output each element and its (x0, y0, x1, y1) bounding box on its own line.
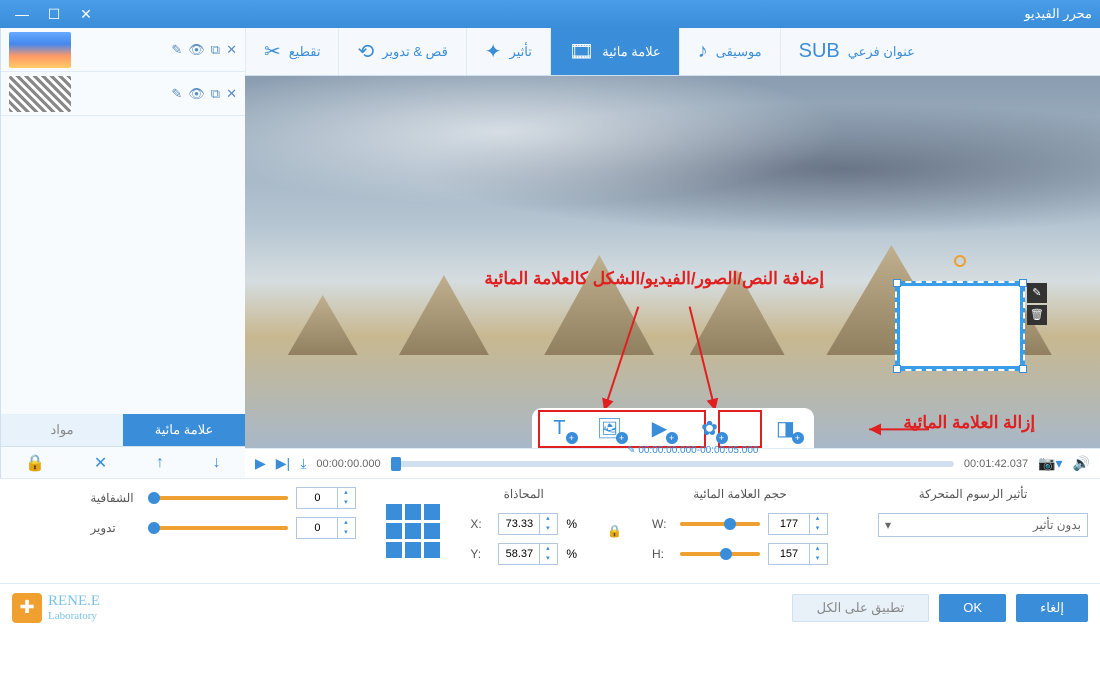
crop-icon: ⟲ (357, 39, 374, 64)
add-image-watermark-button[interactable]: 🖼+ (594, 414, 626, 442)
tab-music[interactable]: ♪موسيقى (679, 28, 780, 75)
annotation-remove: إزالة العلامة المائية (903, 413, 1035, 433)
rotate-handle[interactable] (954, 255, 966, 267)
watermark-object[interactable]: ✎ 🗑 (895, 281, 1025, 371)
timeline-track[interactable]: ✎ 00:00:00.000-00:00:05.000 (391, 461, 954, 467)
edit-watermark-button[interactable]: ✎ (1027, 283, 1047, 303)
size-label: حجم العلامة المائية (652, 487, 828, 501)
watermark-icon: 🎞 (569, 39, 594, 64)
copy-icon[interactable]: ⧉ (211, 42, 220, 58)
snapshot-button[interactable]: 📷▾ (1038, 455, 1062, 472)
delete-watermark-button[interactable]: 🗑 (1027, 305, 1047, 325)
play-button[interactable]: ▶ (255, 455, 266, 472)
properties-panel: تأثير الرسوم المتحركة بدون تأثير▾ حجم ال… (0, 478, 1100, 583)
resize-handle[interactable] (1019, 365, 1027, 373)
lock-aspect-button[interactable]: 🔒 (607, 487, 622, 575)
sidebar-tab-watermark[interactable]: علامة مائية (123, 414, 245, 446)
add-shape-watermark-button[interactable]: ✿+ (694, 414, 726, 442)
alignment-grid[interactable] (386, 504, 440, 558)
move-up-button[interactable]: ↑ (156, 454, 164, 472)
delete-icon[interactable]: ✕ (226, 42, 237, 58)
edit-icon[interactable]: ✎ (171, 42, 182, 58)
music-icon: ♪ (698, 40, 708, 63)
resize-handle[interactable] (893, 279, 901, 287)
brand-logo: ✚ RENE.E Laboratory (12, 593, 100, 623)
tab-subtitle[interactable]: SUBعنوان فرعي (780, 28, 933, 75)
tab-cut[interactable]: ✂تقطيع (245, 28, 338, 75)
total-duration: 00:01:42.037 (964, 458, 1028, 470)
remove-button[interactable]: ✕ (94, 453, 107, 473)
media-item-2[interactable]: ✎ 👁 ⧉ ✕ (1, 72, 245, 116)
minimize-button[interactable]: — (8, 4, 36, 24)
copy-icon[interactable]: ⧉ (211, 86, 220, 102)
opacity-input[interactable]: ▴▾ (296, 487, 356, 509)
remove-watermark-button[interactable]: ◨+ (770, 414, 802, 442)
annotation-add: إضافة النص/الصور/الفيديو/الشكل كالعلامة … (484, 269, 824, 289)
tab-effect[interactable]: ✦تأثير (466, 28, 550, 75)
tab-crop[interactable]: ⟲قص & تدوير (338, 28, 465, 75)
width-slider[interactable] (680, 522, 760, 526)
rotate-slider[interactable] (148, 526, 288, 530)
resize-handle[interactable] (893, 365, 901, 373)
next-frame-button[interactable]: ▶| (276, 455, 290, 472)
timeline-playhead[interactable] (391, 457, 401, 471)
media-item-1[interactable]: ✎ 👁 ⧉ ✕ (1, 28, 245, 72)
visibility-icon[interactable]: 👁 (188, 42, 205, 58)
align-label: المحاذاة (470, 487, 577, 501)
apply-all-button[interactable]: تطبيق على الكل (792, 594, 930, 622)
export-frame-button[interactable]: ⤓ (300, 455, 306, 472)
logo-icon: ✚ (12, 593, 42, 623)
lock-button[interactable]: 🔒 (25, 453, 45, 473)
titlebar: محرر الفيديو — ☐ ✕ (0, 0, 1100, 28)
maximize-button[interactable]: ☐ (40, 4, 68, 24)
window-title: محرر الفيديو (1024, 6, 1092, 22)
y-input[interactable]: ▴▾ (498, 543, 558, 565)
height-input[interactable]: ▴▾ (768, 543, 828, 565)
edit-icon[interactable]: ✎ (171, 86, 182, 102)
tab-watermark[interactable]: 🎞علامة مائية (550, 28, 679, 75)
resize-handle[interactable] (1019, 279, 1027, 287)
scissors-icon: ✂ (264, 39, 281, 64)
height-slider[interactable] (680, 552, 760, 556)
chevron-down-icon: ▾ (885, 518, 891, 532)
subtitle-icon: SUB (799, 40, 840, 63)
sidebar-tab-materials[interactable]: مواد (1, 414, 123, 446)
animation-dropdown[interactable]: بدون تأثير▾ (878, 513, 1088, 537)
sparkle-icon: ✦ (485, 39, 502, 64)
video-frame: ✎ 🗑 إضافة النص/الصور/الفيديو/الشكل كالعل… (245, 76, 1100, 448)
delete-icon[interactable]: ✕ (226, 86, 237, 102)
rotate-input[interactable]: ▴▾ (296, 517, 356, 539)
media-thumbnail (9, 32, 71, 68)
ok-button[interactable]: OK (939, 594, 1006, 622)
x-input[interactable]: ▴▾ (498, 513, 558, 535)
timeline: ▶ ▶| ⤓ 00:00:00.000 ✎ 00:00:00.000-00:00… (245, 448, 1100, 478)
tool-tabs: ✂تقطيع ⟲قص & تدوير ✦تأثير 🎞علامة مائية ♪… (245, 28, 1100, 76)
media-sidebar: ✎ 👁 ⧉ ✕ ✎ 👁 ⧉ ✕ علامة مائية مواد 🔒 ✕ ↑ ↓ (0, 28, 245, 478)
cancel-button[interactable]: إلغاء (1016, 594, 1088, 622)
width-input[interactable]: ▴▾ (768, 513, 828, 535)
add-video-watermark-button[interactable]: ▶+ (644, 414, 676, 442)
animation-label: تأثير الرسوم المتحركة (858, 487, 1088, 501)
media-thumbnail (9, 76, 71, 112)
add-text-watermark-button[interactable]: T+ (544, 414, 576, 442)
current-time: 00:00:00.000 (316, 458, 380, 470)
opacity-slider[interactable] (148, 496, 288, 500)
preview-area[interactable]: ✎ 🗑 إضافة النص/الصور/الفيديو/الشكل كالعل… (245, 76, 1100, 448)
visibility-icon[interactable]: 👁 (188, 86, 205, 102)
move-down-button[interactable]: ↓ (213, 454, 221, 472)
close-button[interactable]: ✕ (72, 4, 100, 24)
footer: ✚ RENE.E Laboratory تطبيق على الكل OK إل… (0, 583, 1100, 631)
volume-button[interactable]: 🔊 (1073, 455, 1090, 472)
watermark-toolbar: T+ 🖼+ ▶+ ✿+ ◨+ (532, 408, 814, 448)
